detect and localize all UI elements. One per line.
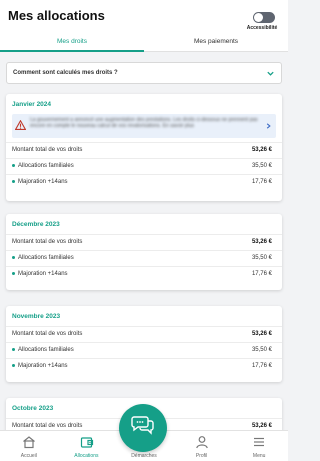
tab-bar: Mes droits Mes paiements bbox=[0, 32, 288, 52]
chevron-right-icon bbox=[266, 123, 271, 129]
card-month: Décembre 2023 bbox=[12, 221, 60, 228]
chevron-down-icon bbox=[267, 71, 274, 76]
info-alert[interactable]: La gouvernement a annoncé une augmentati… bbox=[12, 114, 276, 138]
card-month: Novembre 2023 bbox=[12, 313, 61, 320]
nav-item-accueil[interactable]: Accueil bbox=[0, 431, 58, 461]
total-value: 53,26 € bbox=[251, 239, 272, 245]
allowance-value: 35,50 € bbox=[251, 163, 272, 169]
toggle-switch[interactable] bbox=[253, 12, 275, 23]
tab-mes-paiements[interactable]: Mes paiements bbox=[144, 32, 288, 52]
nav-label: Allocations bbox=[74, 453, 99, 459]
card-month: Janvier 2024 bbox=[12, 101, 52, 108]
profile-icon bbox=[196, 436, 208, 449]
total-value: 53,26 € bbox=[251, 423, 272, 429]
allowance-label: Allocations familiales bbox=[18, 347, 74, 353]
page-title: Mes allocations bbox=[8, 8, 105, 23]
nav-label: Accueil bbox=[20, 453, 37, 459]
total-label: Montant total de vos droits bbox=[12, 423, 83, 429]
tab-mes-droits[interactable]: Mes droits bbox=[0, 32, 144, 52]
nav-label: Démarches bbox=[131, 453, 157, 459]
home-icon bbox=[23, 436, 35, 449]
allowance-value: 35,50 € bbox=[251, 255, 272, 261]
warning-icon bbox=[15, 120, 26, 130]
total-label: Montant total de vos droits bbox=[12, 331, 83, 337]
total-label: Montant total de vos droits bbox=[12, 147, 83, 153]
allowance-row: Majoration +14ans 17,76 € bbox=[6, 266, 282, 281]
chat-icon bbox=[131, 416, 154, 435]
total-row: Montant total de vos droits 53,26 € bbox=[6, 326, 282, 341]
total-row: Montant total de vos droits 53,26 € bbox=[6, 234, 282, 249]
bullet-icon bbox=[12, 363, 15, 367]
bullet-icon bbox=[12, 271, 15, 275]
alert-text: La gouvernement a annoncé une augmentati… bbox=[30, 117, 258, 129]
allowance-value: 17,76 € bbox=[251, 179, 272, 185]
month-card: Janvier 2024 La gouvernement a annoncé u… bbox=[6, 94, 282, 201]
accessibility-label: Accessibilité bbox=[246, 25, 278, 31]
menu-icon bbox=[254, 437, 265, 447]
bullet-icon bbox=[12, 347, 15, 351]
nav-item-allocations[interactable]: Allocations bbox=[58, 431, 116, 461]
allowance-row: Allocations familiales 35,50 € bbox=[6, 158, 282, 173]
allowance-value: 17,76 € bbox=[251, 271, 272, 277]
nav-label: Menu bbox=[252, 453, 266, 459]
nav-label: Profil bbox=[195, 453, 208, 459]
chat-button[interactable] bbox=[119, 404, 167, 452]
nav-item-profil[interactable]: Profil bbox=[173, 431, 231, 461]
toggle-knob bbox=[254, 13, 263, 22]
allowance-label: Allocations familiales bbox=[18, 163, 74, 169]
allowance-label: Allocations familiales bbox=[18, 255, 74, 261]
nav-item-menu[interactable]: Menu bbox=[230, 431, 288, 461]
month-card: Décembre 2023 Montant total de vos droit… bbox=[6, 214, 282, 290]
total-value: 53,26 € bbox=[251, 331, 272, 337]
allowance-value: 35,50 € bbox=[251, 347, 272, 353]
card-month: Octobre 2023 bbox=[12, 405, 54, 412]
allowance-label: Majoration +14ans bbox=[18, 179, 68, 185]
bullet-icon bbox=[12, 179, 15, 183]
allowance-label: Majoration +14ans bbox=[18, 271, 68, 277]
month-card: Novembre 2023 Montant total de vos droit… bbox=[6, 306, 282, 382]
faq-label: Comment sont calculés mes droits ? bbox=[13, 70, 118, 76]
faq-accordion[interactable]: Comment sont calculés mes droits ? bbox=[6, 62, 282, 84]
allowance-label: Majoration +14ans bbox=[18, 363, 68, 369]
allowance-value: 17,76 € bbox=[251, 363, 272, 369]
allowance-row: Allocations familiales 35,50 € bbox=[6, 250, 282, 265]
bullet-icon bbox=[12, 163, 15, 167]
allowance-row: Majoration +14ans 17,76 € bbox=[6, 358, 282, 373]
allowance-row: Majoration +14ans 17,76 € bbox=[6, 174, 282, 189]
total-row: Montant total de vos droits 53,26 € bbox=[6, 142, 282, 157]
total-label: Montant total de vos droits bbox=[12, 239, 83, 245]
bullet-icon bbox=[12, 255, 15, 259]
total-value: 53,26 € bbox=[251, 147, 272, 153]
allowance-row: Allocations familiales 35,50 € bbox=[6, 342, 282, 357]
allocations-icon bbox=[80, 437, 93, 448]
